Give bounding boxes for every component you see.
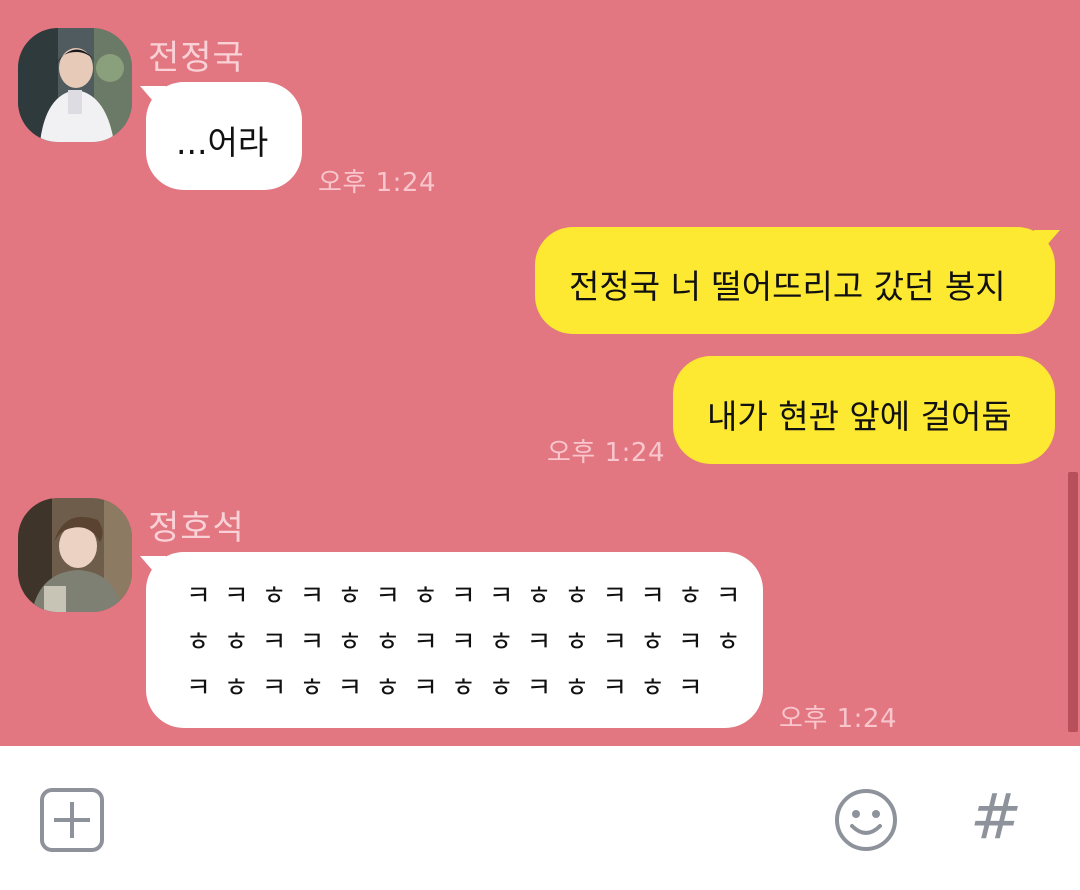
message-time: 오후 1:24 [547,438,665,468]
avatar-jungkook[interactable] [18,28,132,142]
hash-label: # [970,780,1022,853]
scrollbar[interactable] [1068,472,1078,732]
message-time: 오후 1:24 [779,704,897,734]
message-text-line: ㅋㅋㅎㅋㅎㅋㅎㅋㅋㅎㅎㅋㅋㅎㅋ [186,581,754,612]
chat-area[interactable]: 전정국 ...어라 오후 1:24 전정국 너 떨어뜨리고 갔던 봉지 내가 현… [0,0,1080,746]
message-bubble[interactable]: ...어라 [146,82,302,190]
plus-square-icon[interactable] [40,788,104,856]
smiley-icon[interactable] [834,788,898,856]
message-bubble[interactable]: ㅋㅋㅎㅋㅎㅋㅎㅋㅋㅎㅎㅋㅋㅎㅋ ㅎㅎㅋㅋㅎㅎㅋㅋㅎㅋㅎㅋㅎㅋㅎ ㅋㅎㅋㅎㅋㅎㅋㅎ… [146,552,763,728]
hash-icon[interactable]: # [970,782,1030,852]
my-message-bubble[interactable]: 전정국 너 떨어뜨리고 갔던 봉지 [535,227,1055,334]
message-text-line: ㅎㅎㅋㅋㅎㅎㅋㅋㅎㅋㅎㅋㅎㅋㅎ [186,627,754,658]
my-message-bubble[interactable]: 내가 현관 앞에 걸어둠 [673,356,1055,464]
message-text: 전정국 너 떨어뜨리고 갔던 봉지 [569,267,1006,306]
message-text-line: ㅋㅎㅋㅎㅋㅎㅋㅎㅎㅋㅎㅋㅎㅋ [186,673,716,704]
avatar-hoseok[interactable] [18,498,132,612]
message-time: 오후 1:24 [318,168,436,198]
message-text: ...어라 [176,123,269,162]
message-text: 내가 현관 앞에 걸어둠 [707,397,1012,436]
input-bar: # [0,746,1080,890]
sender-name: 정호석 [148,508,245,548]
sender-name: 전정국 [148,38,245,78]
